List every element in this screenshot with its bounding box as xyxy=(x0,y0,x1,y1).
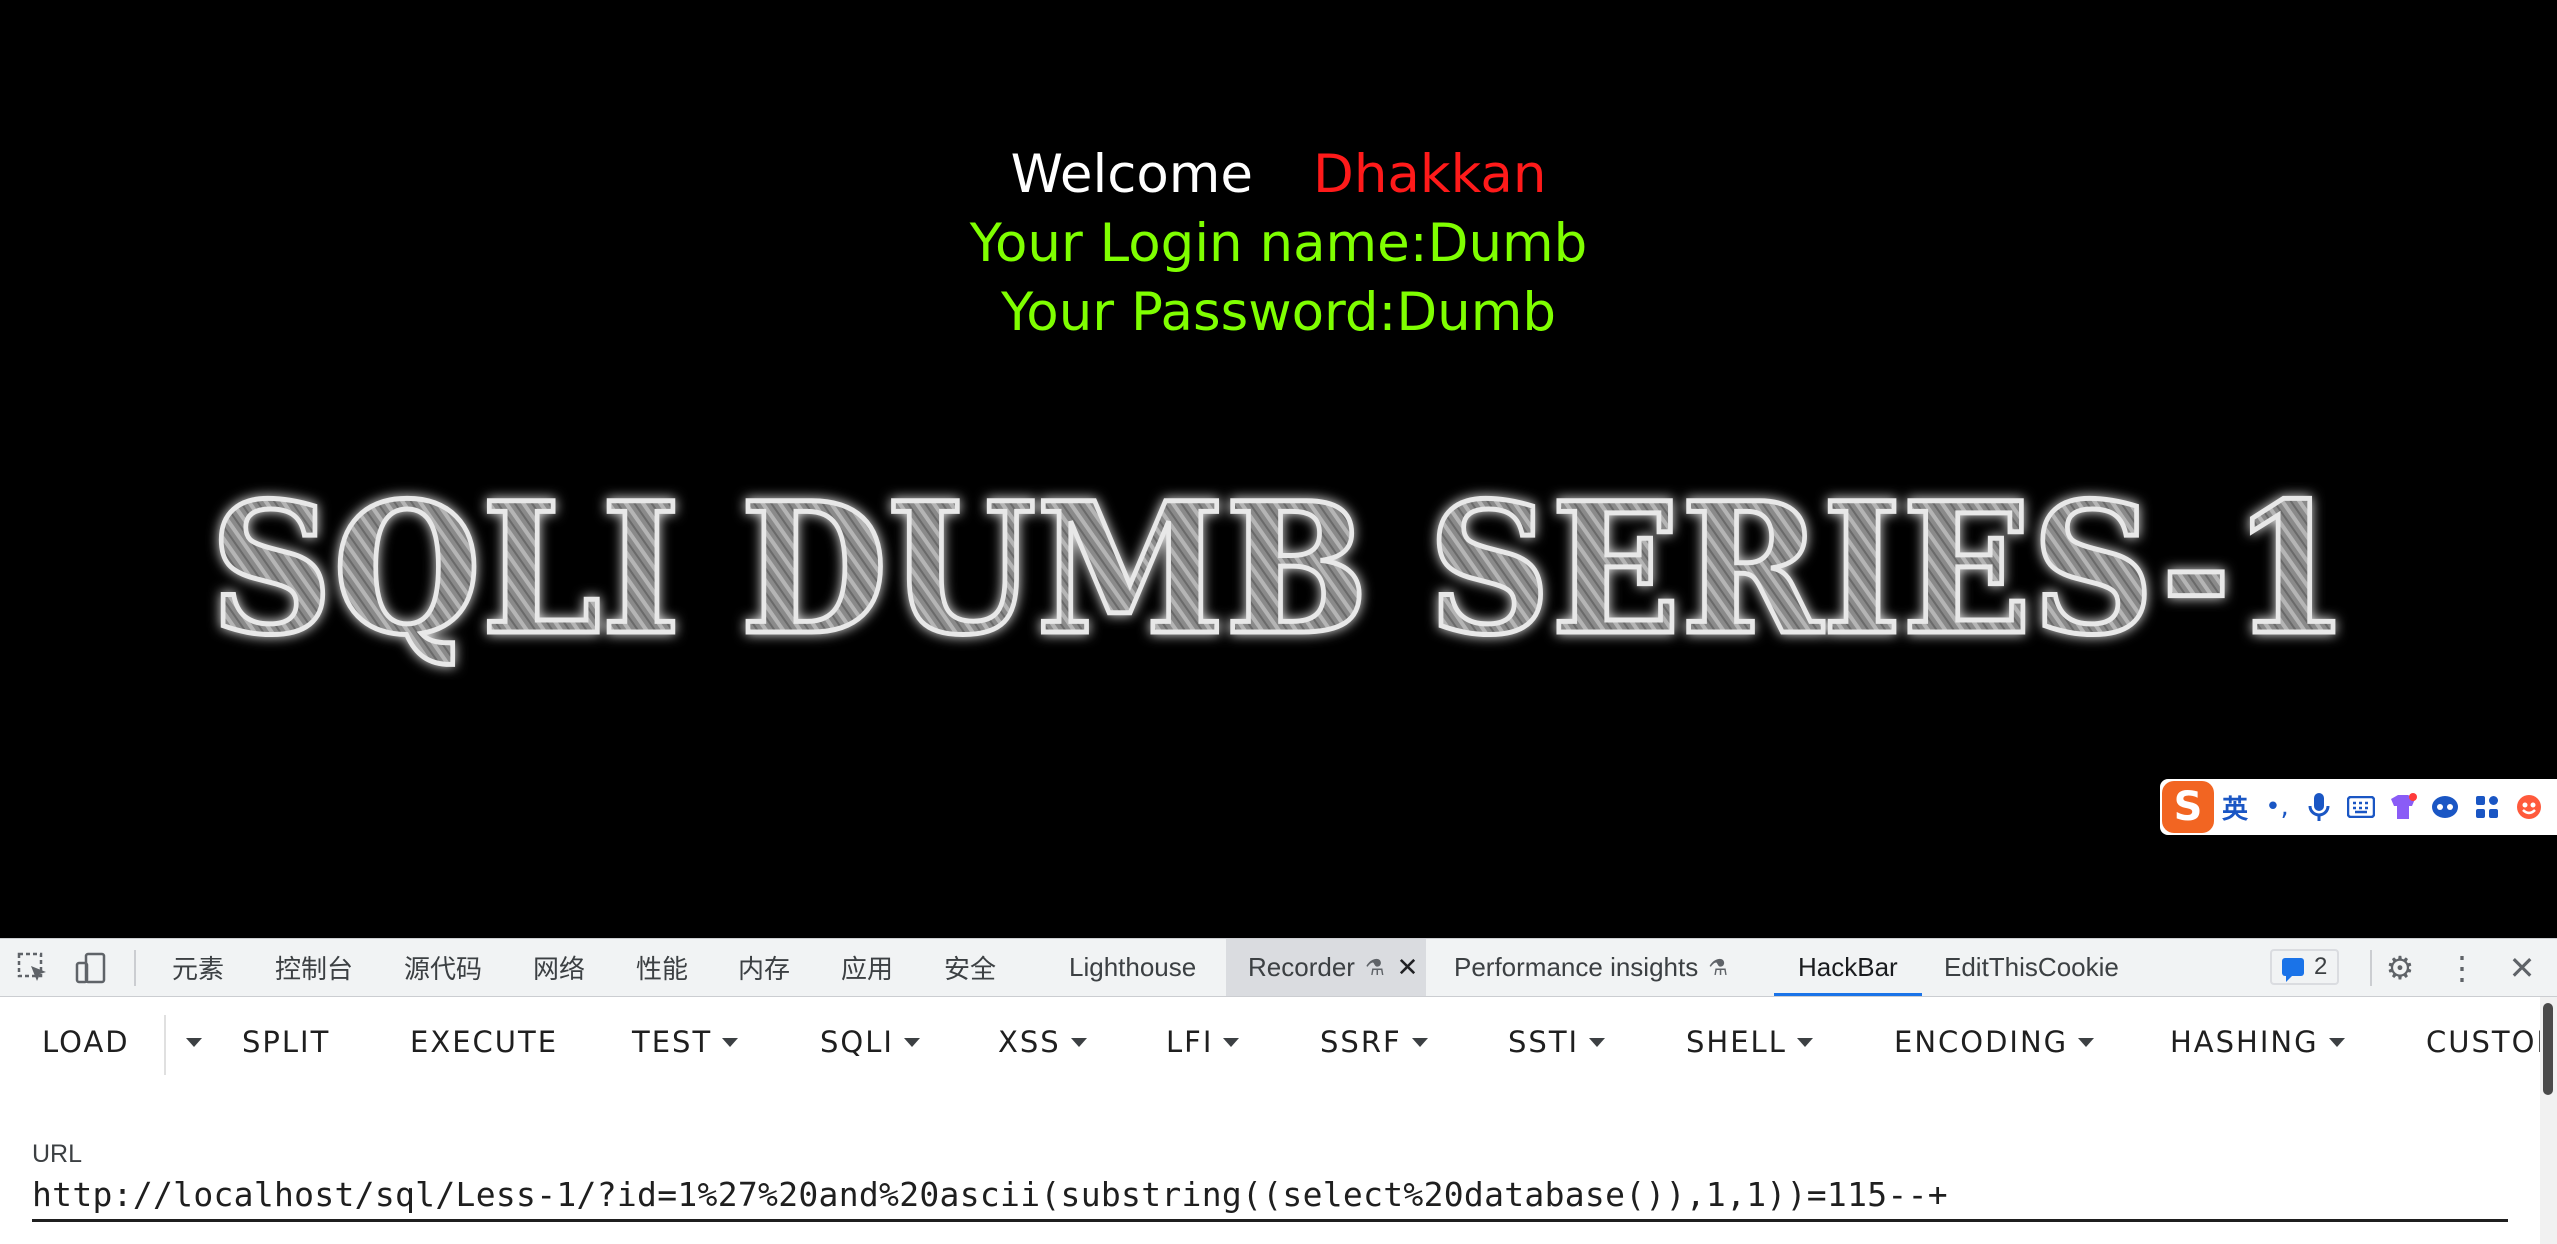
tab-recorder-label: Recorder xyxy=(1248,952,1355,982)
skin-icon[interactable] xyxy=(2382,785,2424,829)
sogou-logo-icon[interactable]: S xyxy=(2162,781,2214,833)
ime-language-toggle[interactable]: 英 xyxy=(2214,785,2256,829)
chevron-down-icon xyxy=(2328,1037,2345,1047)
welcome-block: Welcome Dhakkan Your Login name:Dumb Your… xyxy=(0,140,2557,347)
toolbar-separator xyxy=(134,950,136,986)
hashing-menu[interactable]: HASHING xyxy=(2170,997,2345,1087)
test-menu[interactable]: TEST xyxy=(632,997,739,1087)
login-name-line: Your Login name:Dumb xyxy=(969,213,1588,274)
devtools-tab-bar: 元素 控制台 源代码 网络 性能 内存 应用 安全 Lighthouse Rec… xyxy=(0,938,2557,997)
close-tab-icon[interactable]: ✕ xyxy=(1397,952,1419,983)
chevron-down-icon xyxy=(1411,1037,1428,1047)
close-devtools-icon[interactable]: ✕ xyxy=(2500,939,2544,996)
shell-menu-label: SHELL xyxy=(1686,1025,1787,1059)
hackbar-scrollbar[interactable] xyxy=(2540,997,2557,1244)
devtools-panel: 元素 控制台 源代码 网络 性能 内存 应用 安全 Lighthouse Rec… xyxy=(0,938,2557,1244)
tab-sources[interactable]: 源代码 xyxy=(404,939,482,996)
tab-editthiscookie[interactable]: EditThisCookie xyxy=(1944,939,2119,996)
chevron-down-icon xyxy=(2078,1037,2095,1047)
lfi-menu-label: LFI xyxy=(1166,1025,1214,1059)
banner-text: SQLI DUMB SERIES-1 xyxy=(210,470,2350,675)
chevron-down-icon xyxy=(1070,1037,1087,1047)
xss-menu[interactable]: XSS xyxy=(998,997,1087,1087)
tab-elements[interactable]: 元素 xyxy=(172,939,224,996)
assistant-icon[interactable] xyxy=(2424,785,2466,829)
page-viewport: Welcome Dhakkan Your Login name:Dumb Your… xyxy=(0,0,2557,938)
load-dropdown-toggle[interactable] xyxy=(176,997,202,1087)
url-label: URL xyxy=(32,1140,83,1168)
tab-performance-insights-label: Performance insights xyxy=(1454,952,1699,982)
chevron-down-icon xyxy=(1223,1037,1240,1047)
experimental-flask-icon: ⚗ xyxy=(1364,954,1385,980)
scrollbar-thumb[interactable] xyxy=(2543,1003,2553,1095)
hackbar-toolbar: LOAD SPLIT EXECUTE TEST SQLI XSS LFI SSR… xyxy=(0,997,2557,1087)
tab-performance-insights[interactable]: Performance insights ⚗ xyxy=(1454,939,1728,996)
split-button[interactable]: SPLIT xyxy=(242,997,330,1087)
tab-memory[interactable]: 内存 xyxy=(738,939,790,996)
experimental-flask-icon: ⚗ xyxy=(1708,954,1728,980)
welcome-name: Dhakkan xyxy=(1313,144,1547,205)
issues-icon xyxy=(2282,958,2304,982)
encoding-menu[interactable]: ENCODING xyxy=(1894,997,2095,1087)
emoji-icon[interactable] xyxy=(2508,785,2550,829)
device-toolbar-icon[interactable] xyxy=(74,939,108,996)
ime-toolbar: S 英 •, xyxy=(2160,779,2557,835)
tab-console[interactable]: 控制台 xyxy=(275,939,353,996)
url-input[interactable] xyxy=(32,1170,2508,1222)
tab-recorder[interactable]: Recorder ⚗ ✕ xyxy=(1226,939,1427,996)
settings-gear-icon[interactable]: ⚙ xyxy=(2378,939,2422,996)
execute-button[interactable]: EXECUTE xyxy=(410,997,558,1087)
load-divider xyxy=(164,1015,166,1075)
ssrf-menu[interactable]: SSRF xyxy=(1320,997,1428,1087)
shell-menu[interactable]: SHELL xyxy=(1686,997,1813,1087)
chevron-down-icon xyxy=(1796,1037,1813,1047)
sqli-menu-label: SQLI xyxy=(820,1025,894,1059)
issues-badge[interactable]: 2 xyxy=(2270,949,2340,985)
password-line: Your Password:Dumb xyxy=(1000,282,1557,343)
more-options-icon[interactable]: ⋮ xyxy=(2440,939,2484,996)
tab-hackbar[interactable]: HackBar xyxy=(1774,939,1922,996)
tab-network[interactable]: 网络 xyxy=(533,939,585,996)
toolbar-separator xyxy=(2370,950,2372,986)
tab-performance[interactable]: 性能 xyxy=(636,939,688,996)
microphone-icon[interactable] xyxy=(2298,785,2340,829)
ssti-menu-label: SSTI xyxy=(1508,1025,1580,1059)
custom-menu[interactable]: CUSTOM xyxy=(2426,997,2557,1087)
inspect-element-icon[interactable] xyxy=(16,939,50,996)
chevron-down-icon xyxy=(903,1037,920,1047)
sqli-dumb-series-banner: SQLI DUMB SERIES-1 xyxy=(208,470,2353,678)
test-menu-label: TEST xyxy=(632,1025,713,1059)
hashing-menu-label: HASHING xyxy=(2170,1025,2319,1059)
sqli-menu[interactable]: SQLI xyxy=(820,997,920,1087)
ssrf-menu-label: SSRF xyxy=(1320,1025,1402,1059)
chevron-down-icon xyxy=(722,1037,739,1047)
apps-icon[interactable] xyxy=(2466,785,2508,829)
encoding-menu-label: ENCODING xyxy=(1894,1025,2069,1059)
selected-tab-indicator xyxy=(1774,993,1922,996)
issues-count: 2 xyxy=(2314,953,2328,980)
welcome-line: Welcome Dhakkan xyxy=(0,140,2557,209)
welcome-label: Welcome xyxy=(1010,144,1254,205)
tab-hackbar-label: HackBar xyxy=(1798,952,1898,982)
tab-security[interactable]: 安全 xyxy=(944,939,996,996)
lfi-menu[interactable]: LFI xyxy=(1166,997,1240,1087)
chevron-down-icon xyxy=(186,1037,202,1047)
tab-lighthouse[interactable]: Lighthouse xyxy=(1069,939,1196,996)
ssti-menu[interactable]: SSTI xyxy=(1508,997,1606,1087)
load-button[interactable]: LOAD xyxy=(42,997,130,1087)
tab-application[interactable]: 应用 xyxy=(841,939,893,996)
keyboard-icon[interactable] xyxy=(2340,785,2382,829)
chevron-down-icon xyxy=(1589,1037,1606,1047)
punctuation-icon[interactable]: •, xyxy=(2256,785,2298,829)
xss-menu-label: XSS xyxy=(998,1025,1061,1059)
